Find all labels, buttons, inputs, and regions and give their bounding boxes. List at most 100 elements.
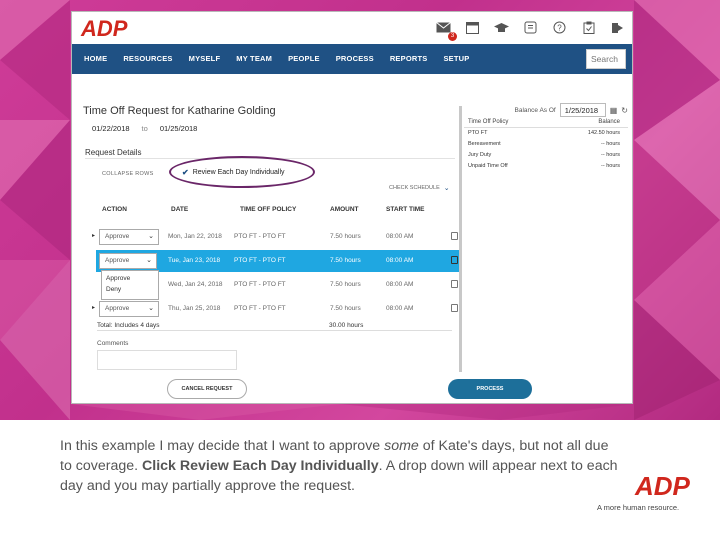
col-policy: Time Off Policy [468,119,509,125]
nav-setup[interactable]: SETUP [435,44,477,74]
collapse-rows-link[interactable]: COLLAPSE ROWS [102,171,154,177]
balance-row: Bereavement -- hours [464,139,628,150]
chevron-down-icon: ⌄ [148,233,154,240]
action-select[interactable]: Approve ⌄ [99,253,157,269]
help-icon[interactable]: ? [551,19,568,36]
caption-emphasis: some [384,438,419,454]
request-details-heading: Request Details [85,148,142,157]
adp-logo[interactable]: ADP [78,16,144,40]
nav-my-team[interactable]: MY TEAM [228,44,280,74]
comments-label: Comments [97,340,129,347]
row-date: Mon, Jan 22, 2018 [168,233,222,240]
table-row-selected[interactable]: Approve ⌄ Tue, Jan 23, 2018 PTO FT - PTO… [96,250,460,272]
top-icons: 3 ? [435,19,626,41]
calendar-icon[interactable]: ▦ [610,106,618,115]
table-header: ACTION DATE TIME OFF POLICY AMOUNT START… [94,206,454,218]
total-hours: 30.00 hours [329,322,364,329]
nav-resources[interactable]: RESOURCES [115,44,180,74]
total-label: Total: Includes 4 days [97,322,160,329]
col-balance: Balance [598,119,620,125]
chevron-down-icon: ⌄ [148,305,154,312]
option-approve[interactable]: Approve [106,273,154,284]
page-title: Time Off Request for Katharine Golding [83,105,276,117]
balance-columns: Time Off Policy Balance [464,119,628,128]
balance-policy: Bereavement [468,141,501,147]
nav-myself[interactable]: MYSELF [181,44,229,74]
action-value: Approve [105,305,130,312]
nav-reports[interactable]: REPORTS [382,44,436,74]
row-amount: 7.50 hours [330,233,361,240]
balance-value: -- hours [601,141,620,147]
start-date: 01/22/2018 [92,124,130,133]
option-deny[interactable]: Deny [106,284,154,295]
action-value: Approve [105,257,130,264]
header-policy: TIME OFF POLICY [240,206,297,213]
table-row: ▸ Approve ⌄ Mon, Jan 22, 2018 PTO FT - P… [92,226,460,248]
row-amount: 7.50 hours [330,305,361,312]
row-amount: 7.50 hours [330,281,361,288]
row-marker: ▸ [92,305,96,311]
row-marker: ▸ [92,233,96,239]
row-start-time: 08:00 AM [386,257,414,264]
check-schedule-label: CHECK SCHEDULE [389,185,440,191]
balance-policy: Unpaid Time Off [468,163,508,169]
graduation-cap-icon[interactable] [493,19,510,36]
logout-icon[interactable] [609,19,626,36]
date-range: 01/22/2018 to 01/25/2018 [92,124,197,133]
header-date: DATE [171,206,189,213]
row-start-time: 08:00 AM [386,281,414,288]
row-amount: 7.50 hours [330,257,361,264]
notification-badge: 3 [448,32,457,41]
action-select[interactable]: Approve ⌄ [99,301,159,317]
main-content: Time Off Request for Katharine Golding 0… [72,74,632,403]
balance-value: -- hours [601,163,620,169]
schedule-icon[interactable] [451,304,458,312]
nav-process[interactable]: PROCESS [328,44,382,74]
header-action: ACTION [102,206,127,213]
caption-text: In this example I may decide that I want… [60,436,620,496]
scrollbar[interactable] [459,106,462,372]
action-dropdown-menu: Approve Deny [101,270,159,300]
nav-people[interactable]: PEOPLE [280,44,328,74]
action-select[interactable]: Approve ⌄ [99,229,159,245]
schedule-icon[interactable] [451,232,458,240]
row-policy: PTO FT - PTO FT [234,305,286,312]
divider [97,330,452,331]
balance-policy: Jury Duty [468,152,492,158]
search-input[interactable]: Search [586,49,626,69]
clipboard-icon[interactable] [580,19,597,36]
comments-textarea[interactable] [97,350,237,370]
header-amount: AMOUNT [330,206,359,213]
svg-text:ADP: ADP [634,471,691,499]
process-button[interactable]: PROCESS [448,379,532,399]
row-policy: PTO FT - PTO FT [234,233,286,240]
balance-panel: Balance As Of 1/25/2018 ▦ ↻ Time Off Pol… [464,103,628,172]
calendar-icon[interactable] [464,19,481,36]
balance-value: 142.50 hours [587,130,620,136]
adp-footer-logo: ADP [634,471,691,499]
balance-policy: PTO FT [468,130,488,136]
schedule-icon[interactable] [451,256,458,264]
row-start-time: 08:00 AM [386,305,414,312]
svg-text:?: ? [557,24,562,33]
chevron-down-icon: ⌄ [146,257,152,264]
schedule-icon[interactable] [451,280,458,288]
tagline: A more human resource. [597,503,680,512]
row-policy: PTO FT - PTO FT [234,257,286,264]
row-date: Thu, Jan 25, 2018 [168,305,221,312]
highlight-circle [169,156,315,188]
svg-text:ADP: ADP [80,16,128,40]
cancel-request-button[interactable]: CANCEL REQUEST [167,379,247,399]
envelope-icon[interactable]: 3 [435,19,457,41]
to-label: to [141,124,148,133]
header-start-time: START TIME [386,206,425,213]
balance-row: PTO FT 142.50 hours [464,128,628,139]
check-schedule-dropdown[interactable]: CHECK SCHEDULE ⌄ [389,184,450,192]
nav-home[interactable]: HOME [72,44,115,74]
balance-header: Balance As Of 1/25/2018 ▦ ↻ [464,103,628,117]
document-icon[interactable] [522,19,539,36]
balance-date-input[interactable]: 1/25/2018 [559,103,606,117]
refresh-icon[interactable]: ↻ [621,106,628,115]
balance-row: Jury Duty -- hours [464,150,628,161]
row-policy: PTO FT - PTO FT [234,281,286,288]
